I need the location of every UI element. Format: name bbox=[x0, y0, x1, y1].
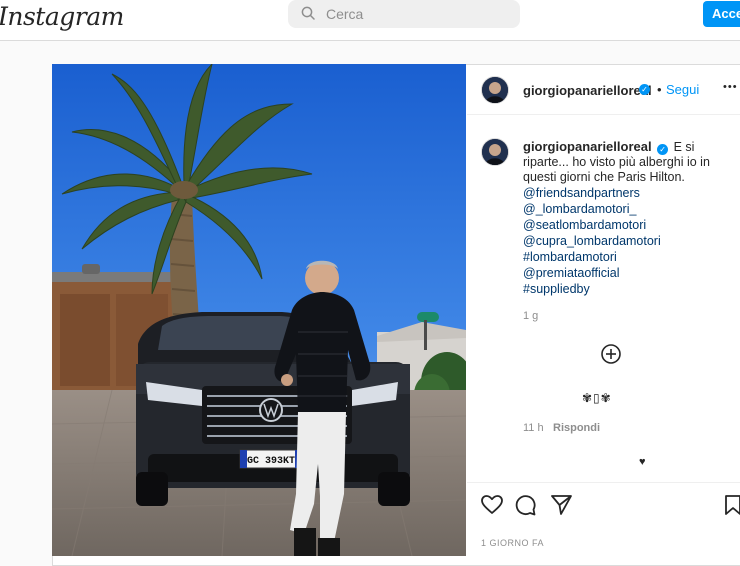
post-photo[interactable]: GC 393KT › bbox=[52, 64, 466, 556]
plus-circle-icon[interactable] bbox=[601, 344, 621, 364]
caption-tag[interactable]: #lombardamotori bbox=[523, 250, 617, 264]
separator-dot: • bbox=[657, 82, 662, 97]
top-navigation-bar: Instagram Accedi bbox=[0, 0, 740, 41]
post-author-username[interactable]: giorgiopanarielloreal bbox=[523, 83, 652, 98]
login-button[interactable]: Accedi bbox=[703, 1, 740, 27]
comment-like-heart-icon[interactable]: ♥ bbox=[639, 456, 646, 468]
search-input[interactable] bbox=[326, 4, 506, 24]
search-box[interactable] bbox=[288, 0, 520, 28]
caption-age: 1 g bbox=[523, 310, 539, 322]
caption-username[interactable]: giorgiopanarielloreal bbox=[523, 139, 652, 154]
comment-emoji-text: ✾▯✾ bbox=[582, 391, 612, 405]
caption-tag[interactable]: @premiataofficial bbox=[523, 266, 620, 280]
comment-icon[interactable] bbox=[515, 495, 536, 516]
post-image: GC 393KT bbox=[52, 64, 466, 556]
avatar[interactable] bbox=[481, 76, 509, 104]
search-icon bbox=[301, 6, 315, 20]
caption-tag[interactable]: @friendsandpartners bbox=[523, 186, 640, 200]
verified-badge-icon: ✓ bbox=[639, 84, 650, 95]
caption-tag[interactable]: @seatlombardamotori bbox=[523, 218, 646, 232]
paper-plane-icon[interactable] bbox=[551, 495, 572, 515]
bookmark-icon[interactable] bbox=[725, 495, 740, 515]
caption-tag[interactable]: @cupra_lombardamotori bbox=[523, 234, 661, 248]
instagram-logo[interactable]: Instagram bbox=[0, 2, 124, 31]
more-options-icon[interactable]: ••• bbox=[723, 81, 738, 93]
reply-button[interactable]: Rispondi bbox=[553, 422, 600, 434]
caption-verified-badge-icon: ✓ bbox=[657, 144, 669, 155]
post-actions-bar: 1 GIORNO FA bbox=[467, 482, 740, 557]
caption-tag[interactable]: @_lombardamotori_ bbox=[523, 202, 636, 216]
follow-button[interactable]: Segui bbox=[666, 82, 699, 97]
caption-avatar[interactable] bbox=[481, 138, 509, 166]
post-side-panel: giorgiopanarielloreal ✓ • Segui ••• gior… bbox=[467, 64, 740, 556]
heart-icon[interactable] bbox=[481, 495, 503, 515]
comment-age: 11 h bbox=[523, 422, 544, 434]
caption: giorgiopanarielloreal ✓ E si riparte... … bbox=[523, 139, 740, 185]
license-plate-text: GC 393KT bbox=[247, 456, 295, 467]
posted-time[interactable]: 1 GIORNO FA bbox=[481, 538, 544, 548]
caption-tag[interactable]: #suppliedby bbox=[523, 282, 590, 296]
post-header: giorgiopanarielloreal ✓ • Segui ••• bbox=[467, 64, 740, 115]
